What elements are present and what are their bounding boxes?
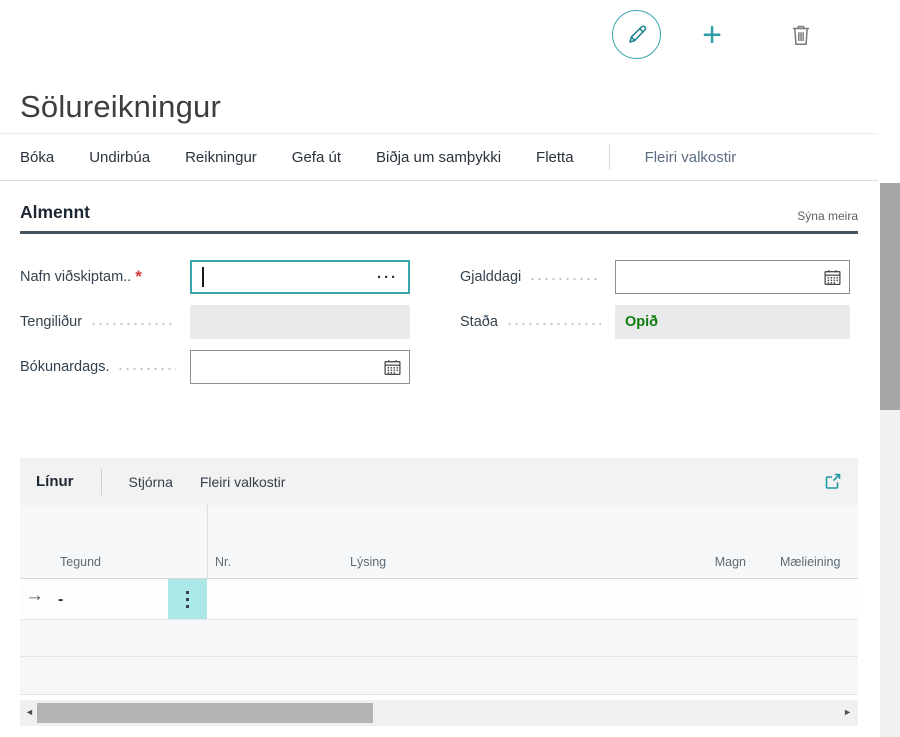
- scroll-right-arrow-icon[interactable]: ►: [843, 707, 852, 717]
- general-section-header: Almennt Sýna meira: [20, 202, 858, 234]
- general-section-title: Almennt: [20, 202, 90, 223]
- action-fletta[interactable]: Fletta: [536, 149, 574, 166]
- column-header-magn[interactable]: Magn: [715, 555, 746, 569]
- dots-menu-icon: [186, 605, 189, 608]
- dots-menu-icon: [186, 591, 189, 594]
- vertical-scrollbar[interactable]: [880, 183, 900, 737]
- lookup-ellipsis-icon[interactable]: ···: [377, 270, 398, 285]
- action-bar: Bóka Undirbúa Reikningur Gefa út Biðja u…: [0, 133, 878, 181]
- field-contact: Tengiliður: [20, 305, 410, 339]
- lines-manage-menu[interactable]: Stjórna: [129, 474, 173, 490]
- contact-control: [190, 305, 410, 339]
- delete-button[interactable]: [786, 20, 816, 50]
- posting-date-control: [190, 350, 410, 384]
- calendar-icon[interactable]: [383, 358, 402, 377]
- column-header-tegund[interactable]: Tegund: [60, 555, 101, 569]
- expand-popout-icon[interactable]: [822, 472, 842, 492]
- horizontal-scrollbar[interactable]: ◄ ►: [20, 700, 858, 726]
- required-asterisk-icon: *: [135, 267, 142, 287]
- fields-left-column: Nafn viðskiptam.. * ··· Tengiliður: [20, 260, 410, 395]
- customer-name-label-wrap: Nafn viðskiptam.. *: [20, 267, 190, 287]
- due-date-input[interactable]: [615, 260, 850, 294]
- action-gefa-ut[interactable]: Gefa út: [292, 149, 341, 166]
- page-title: Sölureikningur: [20, 89, 221, 125]
- contact-input-disabled: [190, 305, 410, 339]
- table-row[interactable]: [20, 620, 858, 657]
- action-boka[interactable]: Bóka: [20, 149, 54, 166]
- dots-menu-icon: [186, 598, 189, 601]
- dotted-leader: [506, 322, 601, 326]
- customer-name-control: ···: [190, 260, 410, 294]
- column-header-maelieining[interactable]: Mælieining: [780, 555, 858, 569]
- text-caret: [202, 267, 204, 287]
- action-undirbua[interactable]: Undirbúa: [89, 149, 150, 166]
- show-more-link[interactable]: Sýna meira: [797, 209, 858, 223]
- due-date-control: [615, 260, 850, 294]
- dotted-leader: [90, 322, 176, 326]
- column-header-lysing[interactable]: Lýsing: [350, 555, 386, 569]
- status-control: Opið: [615, 305, 850, 339]
- due-date-label-wrap: Gjalddagi: [460, 269, 615, 285]
- lines-table: Tegund Nr. Lýsing Magn Mælieining → -: [20, 505, 858, 695]
- tegund-cell-value[interactable]: -: [58, 591, 63, 609]
- status-badge: Opið: [615, 314, 658, 330]
- active-row-arrow-icon: →: [25, 585, 44, 607]
- table-top-spacer: [20, 505, 858, 540]
- action-bidja-um-samthykki[interactable]: Biðja um samþykki: [376, 149, 501, 166]
- status-label: Staða: [460, 314, 498, 330]
- horizontal-scrollbar-thumb[interactable]: [37, 703, 373, 723]
- contact-label: Tengiliður: [20, 314, 82, 330]
- lines-title: Línur: [36, 473, 74, 490]
- field-customer-name: Nafn viðskiptam.. * ···: [20, 260, 410, 294]
- dotted-leader: [117, 367, 176, 371]
- calendar-icon[interactable]: [823, 268, 842, 287]
- table-row[interactable]: [20, 657, 858, 695]
- field-status: Staða Opið: [460, 305, 850, 339]
- plus-icon: +: [702, 18, 722, 52]
- posting-date-input[interactable]: [190, 350, 410, 384]
- edit-button[interactable]: [612, 10, 661, 59]
- dotted-leader: [529, 277, 601, 281]
- trash-icon: [788, 22, 814, 48]
- pencil-icon: [625, 23, 649, 47]
- row-options-button[interactable]: [168, 579, 207, 619]
- new-button[interactable]: +: [694, 17, 730, 53]
- posting-date-label: Bókunardags.: [20, 359, 109, 375]
- column-header-nr[interactable]: Nr.: [215, 555, 231, 569]
- customer-name-label: Nafn viðskiptam..: [20, 269, 131, 285]
- field-due-date: Gjalddagi: [460, 260, 850, 294]
- sales-invoice-page: + Sölureikningur Bóka Undirbúa Reikningu…: [0, 0, 900, 737]
- vertical-scrollbar-thumb[interactable]: [880, 183, 900, 410]
- status-field-disabled: Opið: [615, 305, 850, 339]
- customer-name-input[interactable]: ···: [190, 260, 410, 294]
- contact-label-wrap: Tengiliður: [20, 314, 190, 330]
- field-posting-date: Bókunardags.: [20, 350, 410, 384]
- lines-toolbar-divider: [101, 469, 102, 495]
- more-options-link[interactable]: Fleiri valkostir: [645, 149, 737, 166]
- fields-right-column: Gjalddagi: [460, 260, 850, 350]
- lines-toolbar: Línur Stjórna Fleiri valkostir: [20, 458, 858, 505]
- action-reikningur[interactable]: Reikningur: [185, 149, 257, 166]
- posting-date-label-wrap: Bókunardags.: [20, 359, 190, 375]
- status-label-wrap: Staða: [460, 314, 615, 330]
- lines-more-options-menu[interactable]: Fleiri valkostir: [200, 474, 286, 490]
- due-date-label: Gjalddagi: [460, 269, 521, 285]
- table-header-row: Tegund Nr. Lýsing Magn Mælieining: [20, 540, 858, 579]
- action-bar-divider: [609, 144, 610, 170]
- lines-card: Línur Stjórna Fleiri valkostir Tegund Nr…: [20, 458, 858, 726]
- scroll-left-arrow-icon[interactable]: ◄: [25, 707, 34, 717]
- table-row-active[interactable]: → -: [20, 579, 858, 620]
